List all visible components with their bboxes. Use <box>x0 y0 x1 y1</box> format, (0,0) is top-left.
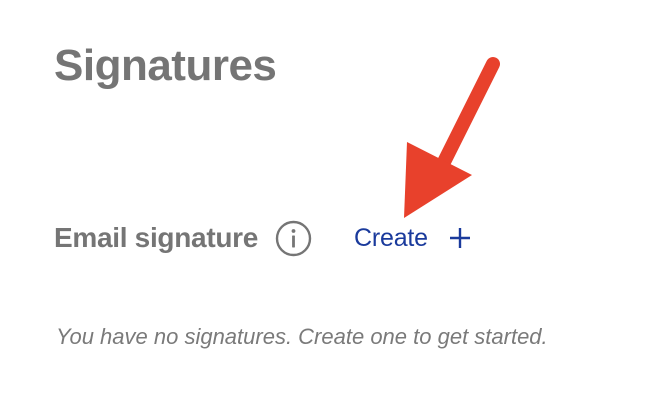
plus-icon <box>448 226 472 250</box>
create-signature-button[interactable]: Create <box>354 224 472 253</box>
info-circle-icon[interactable] <box>275 220 312 257</box>
empty-signatures-message: You have no signatures. Create one to ge… <box>56 324 548 349</box>
create-label: Create <box>354 223 428 252</box>
email-signature-row: Email signature Create <box>54 216 472 260</box>
email-signature-label: Email signature <box>54 222 259 253</box>
page-title: Signatures <box>54 41 277 90</box>
